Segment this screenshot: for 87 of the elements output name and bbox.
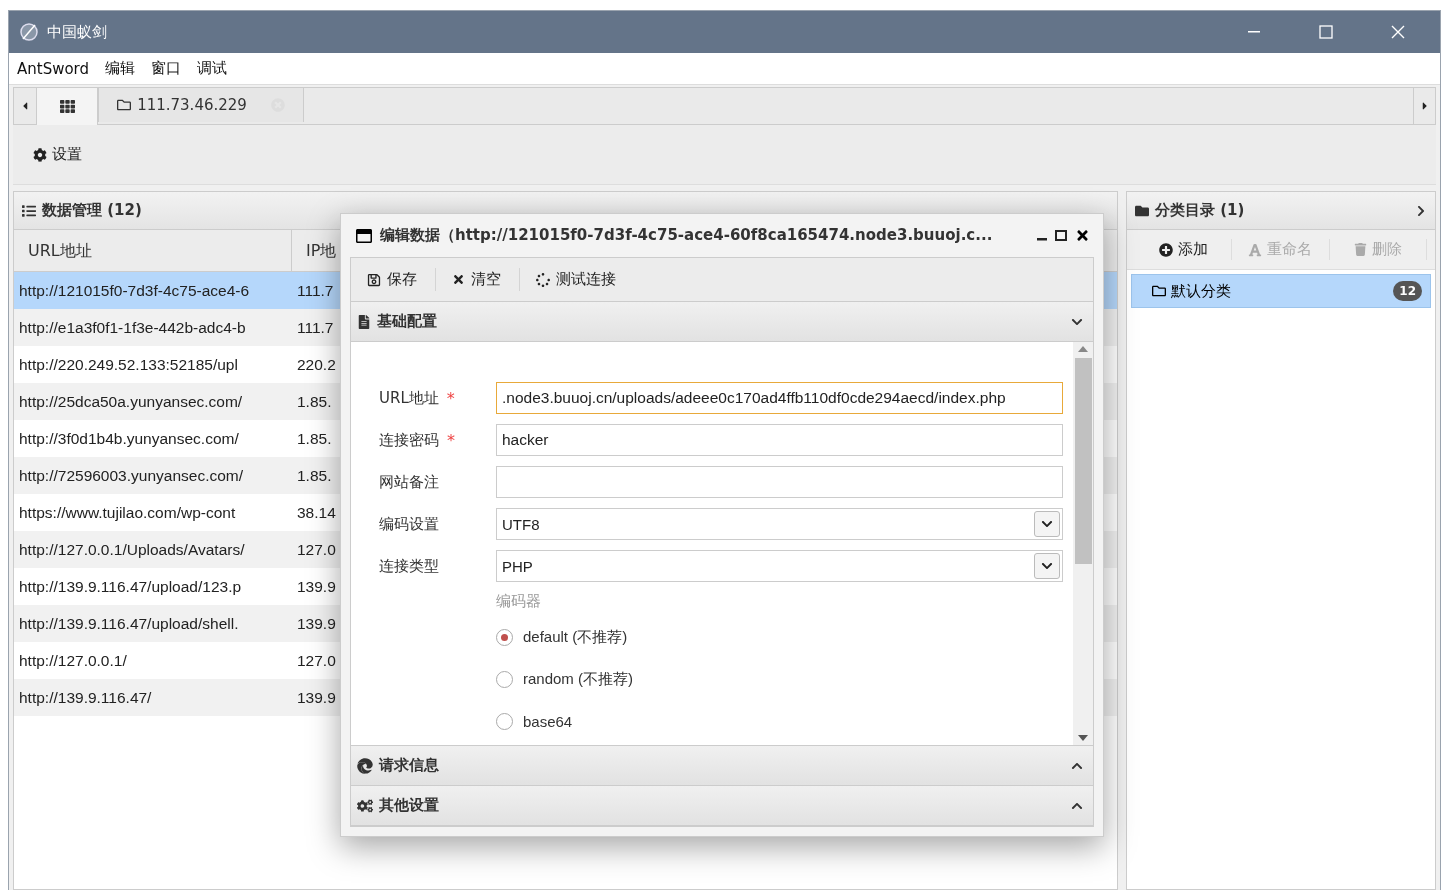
toolbar-button[interactable]: 添加 bbox=[1135, 239, 1233, 260]
chevron-down-icon bbox=[1041, 518, 1053, 530]
table-cell-text: 139.9 bbox=[296, 577, 337, 596]
table-cell-text: http://127.0.0.1/Uploads/Avatars/ bbox=[18, 540, 246, 559]
gear-icon bbox=[33, 147, 47, 162]
radio-option[interactable]: default (不推荐) bbox=[496, 621, 1063, 653]
tab-label: 111.73.46.229 bbox=[137, 96, 247, 114]
table-cell-text: http://3f0d1b4b.yunyansec.com/ bbox=[18, 429, 240, 448]
table-cell-text: http://e1a3f0f1-1f3e-442b-adc4-b bbox=[18, 318, 247, 337]
field-label: 连接密码 bbox=[379, 430, 439, 450]
scroll-down-icon[interactable] bbox=[1078, 735, 1088, 741]
field-label: 编码设置 bbox=[379, 514, 439, 534]
scrollbar[interactable] bbox=[1073, 342, 1093, 745]
menu-item[interactable]: 调试 bbox=[197, 59, 228, 78]
folder-icon bbox=[1135, 203, 1149, 218]
tab[interactable] bbox=[36, 88, 98, 125]
section-header[interactable]: 其他设置 bbox=[351, 786, 1093, 826]
table-cell-text: 127.0 bbox=[296, 651, 337, 670]
table-cell-text: 111.7 bbox=[296, 318, 335, 337]
maximize-icon[interactable] bbox=[1055, 230, 1067, 241]
dialog-title: 编辑数据（http://121015f0-7d3f-4c75-ace4-60f8ca165474.node3.buuoj.c... bbox=[380, 226, 994, 245]
input-field[interactable] bbox=[496, 466, 1063, 498]
table-cell-text: http://127.0.0.1/ bbox=[18, 651, 128, 670]
list-icon bbox=[22, 203, 36, 218]
gears-icon bbox=[357, 797, 373, 814]
plus-icon bbox=[1158, 242, 1173, 257]
menu-item[interactable]: 窗口 bbox=[151, 59, 182, 78]
grid-icon bbox=[59, 99, 75, 114]
table-cell-text: 139.9 bbox=[296, 688, 337, 707]
table-cell-text: 1.85. bbox=[296, 392, 333, 411]
table-cell-text: 38.14 bbox=[296, 503, 337, 522]
required-mark: * bbox=[447, 430, 455, 450]
dropdown[interactable]: PHP bbox=[496, 550, 1063, 582]
radio-option[interactable]: random (不推荐) bbox=[496, 663, 1063, 695]
app-logo-icon bbox=[19, 22, 39, 42]
table-cell-text: https://www.tujilao.com/wp-cont bbox=[18, 503, 237, 522]
table-cell-text: http://139.9.116.47/ bbox=[18, 688, 153, 707]
count-badge: 12 bbox=[1393, 281, 1422, 301]
toolbar-button[interactable]: 测试连接 bbox=[528, 268, 634, 291]
browser-icon bbox=[357, 757, 373, 774]
category-item[interactable]: 默认分类 12 bbox=[1131, 274, 1431, 308]
input-field[interactable]: .node3.buuoj.cn/uploads/adeee0c170ad4ffb110df0cde294aecd/index.php bbox=[496, 382, 1063, 414]
toolbar-button[interactable]: 清空 bbox=[444, 268, 520, 291]
table-cell-text: http://139.9.116.47/upload/shell. bbox=[18, 614, 240, 633]
save-icon bbox=[367, 272, 381, 287]
spinner-icon bbox=[536, 272, 550, 287]
table-cell-text: http://72596003.yunyansec.com/ bbox=[18, 466, 245, 485]
table-cell-text: http://121015f0-7d3f-4c75-ace4-6 bbox=[18, 281, 251, 300]
table-cell-text: 139.9 bbox=[296, 614, 337, 633]
chevron-right-icon[interactable] bbox=[1415, 204, 1427, 217]
table-cell-text: 111.7 bbox=[296, 281, 335, 300]
panel-title: 数据管理 (12) bbox=[42, 201, 143, 220]
table-cell-text: 1.85. bbox=[296, 466, 333, 485]
table-cell-text: http://220.249.52.133:52185/upl bbox=[18, 355, 239, 374]
window-icon bbox=[356, 227, 372, 244]
toolbar-button[interactable]: 保存 bbox=[359, 268, 436, 291]
close-icon[interactable] bbox=[1075, 228, 1090, 243]
chevron-down-icon bbox=[1041, 560, 1053, 572]
menu-item[interactable]: 编辑 bbox=[105, 59, 136, 78]
group-label: 编码器 bbox=[496, 592, 542, 611]
category-label: 默认分类 bbox=[1171, 281, 1232, 301]
section-header[interactable]: 基础配置 bbox=[351, 302, 1093, 342]
panel-title: 分类目录 (1) bbox=[1155, 201, 1246, 220]
input-field[interactable]: hacker bbox=[496, 424, 1063, 456]
table-cell-text: 220.2 bbox=[296, 355, 337, 374]
trash-icon bbox=[1353, 243, 1367, 256]
table-cell-text: http://139.9.116.47/upload/123.p bbox=[18, 577, 243, 596]
table-cell-text: 127.0 bbox=[296, 540, 337, 559]
folder-icon bbox=[1152, 284, 1166, 298]
close-icon bbox=[452, 273, 465, 286]
dropdown[interactable]: UTF8 bbox=[496, 508, 1063, 540]
font-icon bbox=[1248, 242, 1263, 257]
field-label: URL地址 bbox=[379, 388, 439, 408]
table-cell-text: 1.85. bbox=[296, 429, 333, 448]
field-label: 连接类型 bbox=[379, 556, 439, 576]
radio-option[interactable]: base64 bbox=[496, 705, 1063, 737]
document-icon bbox=[357, 314, 371, 329]
field-label: 网站备注 bbox=[379, 472, 439, 492]
table-cell-text: http://25dca50a.yunyansec.com/ bbox=[18, 392, 244, 411]
window-title: 中国蚁剑 bbox=[47, 22, 108, 42]
required-mark: * bbox=[446, 388, 455, 408]
column-header[interactable]: URL地址 bbox=[14, 229, 292, 272]
folder-icon bbox=[117, 98, 132, 112]
settings-button[interactable]: 设置 bbox=[29, 141, 86, 168]
section-header[interactable]: 请求信息 bbox=[351, 746, 1093, 786]
menu-item[interactable]: AntSword bbox=[17, 59, 90, 78]
tab[interactable]: 111.73.46.229 bbox=[98, 88, 304, 122]
